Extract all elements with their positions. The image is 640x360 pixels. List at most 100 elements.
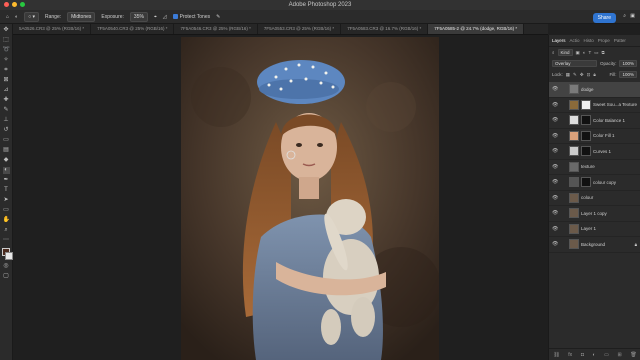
visibility-eye-icon[interactable]: 👁︎ — [552, 195, 558, 201]
doc-tab-active[interactable]: 7F5A0585-2 @ 24.7% (dodge, RGB/16) * — [428, 24, 525, 34]
layer-thumbnail[interactable] — [569, 84, 579, 95]
visibility-eye-icon[interactable]: 👁︎ — [552, 210, 558, 216]
dodge-tool-icon[interactable]: ◐ — [2, 167, 10, 174]
layer-thumbnail[interactable] — [569, 161, 579, 172]
new-layer-icon[interactable]: ⊞ — [617, 352, 621, 358]
visibility-eye-icon[interactable]: 👁︎ — [552, 86, 558, 92]
lasso-tool-icon[interactable]: ➰ — [3, 47, 10, 54]
marquee-tool-icon[interactable]: ⬚ — [3, 37, 10, 44]
minimize-window-button[interactable] — [12, 2, 17, 7]
lock-pixels-icon[interactable]: ▦ — [566, 72, 570, 78]
kind-filter-select[interactable]: Kind — [557, 49, 573, 56]
eyedropper-tool-icon[interactable]: ⊿ — [3, 87, 10, 94]
visibility-eye-icon[interactable]: 👁︎ — [552, 133, 558, 139]
layer-mask-thumbnail[interactable] — [581, 115, 591, 126]
layer-style-icon[interactable]: fx — [568, 352, 572, 358]
layer-row[interactable]: 👁︎ Layer 1 — [549, 222, 640, 237]
layer-row[interactable]: 👁︎ Color Balance 1 — [549, 113, 640, 129]
lock-all-icon[interactable]: 🔒︎ — [593, 72, 595, 77]
tab-patterns[interactable]: Patter — [614, 38, 626, 43]
quick-mask-icon[interactable]: ◎ — [3, 263, 10, 270]
layer-row[interactable]: 👁︎ Sweet Sou...a Texture — [549, 98, 640, 113]
tab-layers[interactable]: Layers — [552, 38, 566, 43]
new-adjustment-icon[interactable]: ◐ — [592, 352, 595, 358]
lock-artboard-icon[interactable]: ⊡ — [587, 72, 591, 78]
visibility-eye-icon[interactable]: 👁︎ — [552, 226, 558, 232]
layer-thumbnail[interactable] — [569, 115, 579, 126]
path-select-tool-icon[interactable]: ➤ — [3, 197, 10, 204]
move-tool-icon[interactable]: ✥ — [3, 27, 10, 34]
screen-mode-icon[interactable]: ▢ — [3, 273, 10, 280]
layer-row[interactable]: 👁︎ colour copy — [549, 175, 640, 191]
more-tools-icon[interactable]: ⋯ — [3, 237, 10, 244]
document-image[interactable] — [181, 37, 439, 360]
doc-tab[interactable]: 7F5A0546.CR3 @ 25% (RGB/16) * — [174, 24, 258, 34]
opacity-input[interactable]: 100% — [619, 60, 637, 67]
layer-thumbnail[interactable] — [569, 208, 579, 219]
hand-tool-icon[interactable]: ✋ — [3, 217, 10, 224]
link-layers-icon[interactable]: ⛓ — [553, 352, 559, 358]
visibility-eye-icon[interactable]: 👁︎ — [552, 117, 558, 123]
visibility-eye-icon[interactable]: 👁︎ — [552, 179, 558, 185]
layer-thumbnail[interactable] — [569, 130, 579, 141]
new-group-icon[interactable]: ▭ — [604, 352, 609, 358]
layer-row[interactable]: 👁︎ colour — [549, 191, 640, 206]
close-window-button[interactable] — [4, 2, 9, 7]
blend-mode-select[interactable]: Overlay — [552, 60, 597, 67]
healing-brush-tool-icon[interactable]: ✚ — [3, 97, 10, 104]
filter-pixel-icon[interactable]: ▣ — [576, 50, 580, 56]
dodge-tool-icon[interactable]: ◐ — [15, 14, 18, 20]
layer-mask-thumbnail[interactable] — [581, 146, 591, 157]
fill-input[interactable]: 100% — [619, 71, 637, 78]
color-swatches[interactable] — [0, 248, 13, 260]
pen-tool-icon[interactable]: ✒ — [3, 177, 10, 184]
quick-select-tool-icon[interactable]: ✧ — [3, 57, 10, 64]
layer-thumbnail[interactable] — [569, 239, 579, 250]
visibility-eye-icon[interactable]: 👁︎ — [552, 102, 558, 108]
clone-stamp-tool-icon[interactable]: ⊥ — [3, 117, 10, 124]
exposure-input[interactable]: 35% — [129, 11, 148, 22]
history-brush-tool-icon[interactable]: ↺ — [3, 127, 10, 134]
layer-mask-thumbnail[interactable] — [581, 130, 591, 141]
layer-mask-thumbnail[interactable] — [581, 177, 591, 188]
protect-tones-checkbox[interactable]: Protect Tones — [172, 14, 210, 20]
blur-tool-icon[interactable]: ◆ — [3, 157, 10, 164]
doc-tab[interactable]: 5A0526.CR3 @ 25% (RGB/16) * — [13, 24, 92, 34]
doc-tab[interactable]: 7F5A0540.CR3 @ 25% (RGB/16) * — [91, 24, 175, 34]
filter-smart-object-icon[interactable]: ⧉ — [602, 50, 605, 55]
range-select[interactable]: Midtones — [67, 11, 96, 22]
visibility-eye-icon[interactable]: 👁︎ — [552, 164, 558, 170]
shape-tool-icon[interactable]: ▭ — [3, 207, 10, 214]
layer-thumbnail[interactable] — [569, 223, 579, 234]
visibility-eye-icon[interactable]: 👁︎ — [552, 241, 558, 247]
gradient-tool-icon[interactable]: ▤ — [3, 147, 10, 154]
share-button[interactable]: Share — [592, 13, 616, 23]
brush-size-picker[interactable]: ○ ▾ — [24, 11, 39, 22]
tab-history[interactable]: Histo — [584, 38, 594, 43]
delete-layer-icon[interactable]: 🗑︎ — [630, 352, 636, 358]
lock-paint-icon[interactable]: ✎ — [573, 72, 577, 78]
workspace-icon[interactable]: ▣ — [630, 13, 635, 19]
filter-type-icon[interactable]: T — [589, 50, 592, 55]
frame-tool-icon[interactable]: ⊠ — [3, 77, 10, 84]
zoom-tool-icon[interactable]: ⌕ — [3, 227, 10, 234]
layer-row[interactable]: 👁︎ Layer 1 copy — [549, 206, 640, 222]
tab-actions[interactable]: Actio — [570, 38, 580, 43]
lock-position-icon[interactable]: ✥ — [580, 72, 584, 78]
doc-tab[interactable]: 7F5A0553.CR3 @ 25% (RGB/16) * — [258, 24, 342, 34]
crop-tool-icon[interactable]: ⌗ — [3, 67, 10, 74]
background-color-swatch[interactable] — [5, 252, 13, 260]
search-icon[interactable]: ⌕ — [623, 13, 626, 19]
visibility-eye-icon[interactable]: 👁︎ — [552, 148, 558, 154]
home-icon[interactable]: ⌂ — [6, 14, 9, 20]
layer-row[interactable]: 👁︎ Curves 1 — [549, 144, 640, 160]
layer-thumbnail[interactable] — [569, 146, 579, 157]
tab-properties[interactable]: Prope — [598, 38, 610, 43]
zoom-window-button[interactable] — [20, 2, 25, 7]
layer-row[interactable]: 👁︎ dodge — [549, 82, 640, 98]
brush-tool-icon[interactable]: ✎ — [3, 107, 10, 114]
eraser-tool-icon[interactable]: ▭ — [3, 137, 10, 144]
layer-row[interactable]: 👁︎ Color Fill 1 — [549, 129, 640, 144]
doc-tab[interactable]: 7F5A0583.CR3 @ 16.7% (RGB/16) * — [341, 24, 429, 34]
type-tool-icon[interactable]: T — [3, 187, 10, 194]
